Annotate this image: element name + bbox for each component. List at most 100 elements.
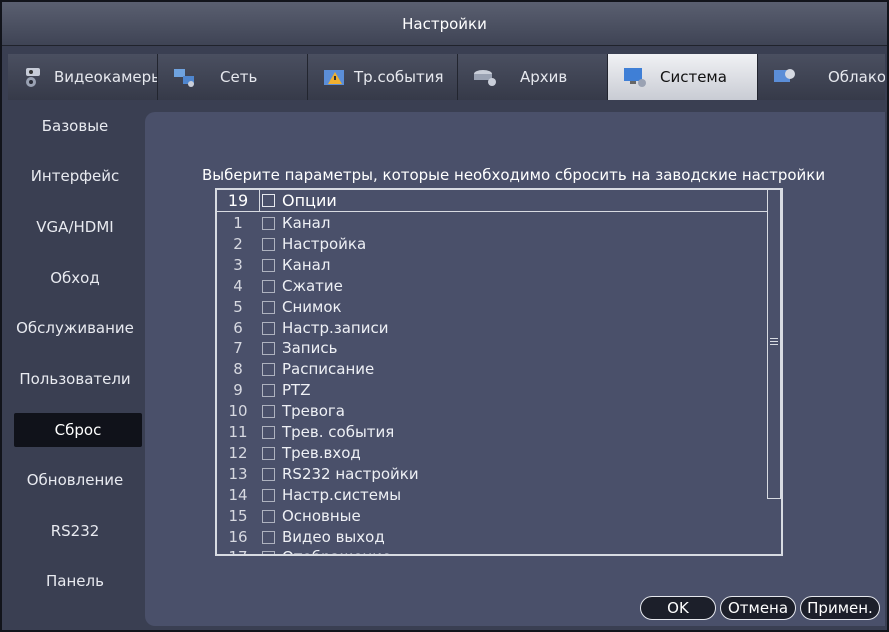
ok-button[interactable]: OK	[640, 596, 716, 620]
tab-network[interactable]: Сеть	[158, 54, 308, 100]
option-label: Настр.записи	[282, 318, 389, 337]
sidebar-item-maintenance[interactable]: Обслуживание	[8, 311, 142, 345]
option-label: Сжатие	[282, 276, 343, 295]
option-checkbox[interactable]	[262, 488, 275, 502]
list-item[interactable]: 3 Канал	[217, 255, 767, 276]
sidebar-item-users[interactable]: Пользователи	[8, 362, 142, 396]
sidebar-item-interface[interactable]: Интерфейс	[8, 159, 142, 193]
option-number: 3	[233, 255, 243, 274]
network-icon	[174, 69, 194, 87]
options-count: 19	[227, 191, 249, 210]
option-number: 17	[217, 547, 259, 554]
option-label: Запись	[282, 339, 338, 358]
option-number: 14	[228, 485, 248, 504]
tab-cameras[interactable]: Видеокамеры	[8, 54, 158, 100]
option-checkbox[interactable]	[262, 467, 275, 481]
option-label: Снимок	[282, 297, 342, 316]
option-number: 11	[228, 423, 248, 441]
option-checkbox[interactable]	[262, 405, 275, 419]
option-number: 10	[228, 402, 248, 421]
option-number: 5	[233, 297, 243, 316]
list-item[interactable]: 1 Канал	[217, 213, 767, 234]
option-checkbox[interactable]	[262, 342, 275, 356]
option-checkbox[interactable]	[262, 551, 275, 554]
option-label: Основные	[282, 506, 361, 525]
list-item[interactable]: 10 Тревога	[217, 401, 767, 422]
tab-system[interactable]: Система	[608, 54, 758, 100]
sidebar-item-tour[interactable]: Обход	[8, 261, 142, 295]
system-monitor-icon	[624, 68, 646, 87]
title-bar: Настройки	[2, 2, 887, 46]
settings-window: Настройки Видеокамеры Сеть Тр.события Ар…	[0, 0, 889, 632]
option-label: Расписание	[282, 360, 375, 379]
option-checkbox[interactable]	[262, 446, 275, 460]
sidebar-item-reset[interactable]: Сброс	[14, 413, 142, 447]
sidebar-item-rs232[interactable]: RS232	[8, 514, 142, 548]
option-number: 12	[228, 443, 248, 462]
list-item[interactable]: 16 Видео выход	[217, 527, 767, 548]
list-item[interactable]: 11 Трев. события	[217, 422, 767, 443]
option-label: Канал	[282, 255, 331, 274]
option-checkbox[interactable]	[262, 426, 275, 439]
list-item[interactable]: 6 Настр.записи	[217, 318, 767, 339]
option-checkbox[interactable]	[262, 258, 275, 272]
option-label: Тревога	[282, 402, 346, 421]
option-number: 16	[228, 527, 248, 546]
option-label: Настр.системы	[282, 485, 402, 504]
storage-icon	[474, 70, 496, 86]
option-number: 15	[228, 506, 248, 525]
option-checkbox[interactable]	[262, 300, 275, 314]
list-item[interactable]: 12 Трев.вход	[217, 443, 767, 464]
option-checkbox[interactable]	[262, 217, 275, 230]
apply-button[interactable]: Примен.	[800, 596, 880, 620]
alarm-event-icon	[324, 70, 344, 85]
option-label: Канал	[282, 214, 331, 232]
option-label: Видео выход	[282, 527, 385, 546]
option-checkbox[interactable]	[262, 321, 275, 335]
reset-prompt: Выберите параметры, которые необходимо с…	[202, 166, 826, 184]
sidebar-item-basic[interactable]: Базовые	[8, 109, 142, 143]
option-label: Отображение	[282, 547, 391, 554]
select-all-checkbox[interactable]	[262, 194, 275, 207]
reset-options-list: 19 Опции 1 Канал 2 Настройка 3 Канал 4 Сжатие 5 С…	[215, 188, 783, 556]
sidebar-item-update[interactable]: Обновление	[8, 463, 142, 497]
option-number: 2	[233, 234, 243, 253]
scrollbar-grip[interactable]	[770, 338, 778, 345]
sidebar-item-panel[interactable]: Панель	[8, 564, 142, 598]
option-checkbox[interactable]	[262, 384, 275, 398]
option-number: 4	[233, 276, 243, 295]
column-divider	[259, 190, 260, 212]
option-number: 7	[233, 339, 243, 358]
option-checkbox[interactable]	[262, 530, 275, 544]
option-label: PTZ	[282, 381, 311, 400]
camera-gear-icon	[26, 68, 40, 87]
list-header: 19 Опции	[217, 190, 767, 212]
list-item[interactable]: 9 PTZ	[217, 380, 767, 401]
option-label: Трев.вход	[282, 443, 361, 462]
list-item[interactable]: 14 Настр.системы	[217, 485, 767, 506]
window-title: Настройки	[402, 14, 487, 33]
list-item[interactable]: 8 Расписание	[217, 359, 767, 380]
option-checkbox[interactable]	[262, 509, 275, 523]
option-checkbox[interactable]	[262, 363, 275, 377]
list-item[interactable]: 5 Снимок	[217, 297, 767, 318]
list-scrollbar[interactable]	[767, 190, 781, 499]
tab-events[interactable]: Тр.события	[308, 54, 458, 100]
list-item[interactable]: 2 Настройка	[217, 234, 767, 255]
list-item[interactable]: 4 Сжатие	[217, 276, 767, 297]
tab-storage[interactable]: Архив	[458, 54, 608, 100]
list-item[interactable]: 15 Основные	[217, 506, 767, 527]
cancel-button[interactable]: Отмена	[720, 596, 796, 620]
list-item[interactable]: 17 Отображение	[217, 547, 767, 554]
tab-bar: Видеокамеры Сеть Тр.события Архив Систем…	[8, 54, 885, 100]
option-label: RS232 настройки	[282, 464, 419, 483]
tab-cloud[interactable]: Облако	[758, 54, 885, 100]
option-label: Настройка	[282, 234, 367, 253]
list-item[interactable]: 7 Запись	[217, 338, 767, 359]
option-number: 9	[233, 381, 243, 400]
option-checkbox[interactable]	[262, 237, 275, 251]
option-checkbox[interactable]	[262, 279, 275, 293]
sidebar-item-vga-hdmi[interactable]: VGA/HDMI	[8, 210, 142, 244]
option-label: Трев. события	[282, 423, 395, 441]
list-item[interactable]: 13 RS232 настройки	[217, 464, 767, 485]
